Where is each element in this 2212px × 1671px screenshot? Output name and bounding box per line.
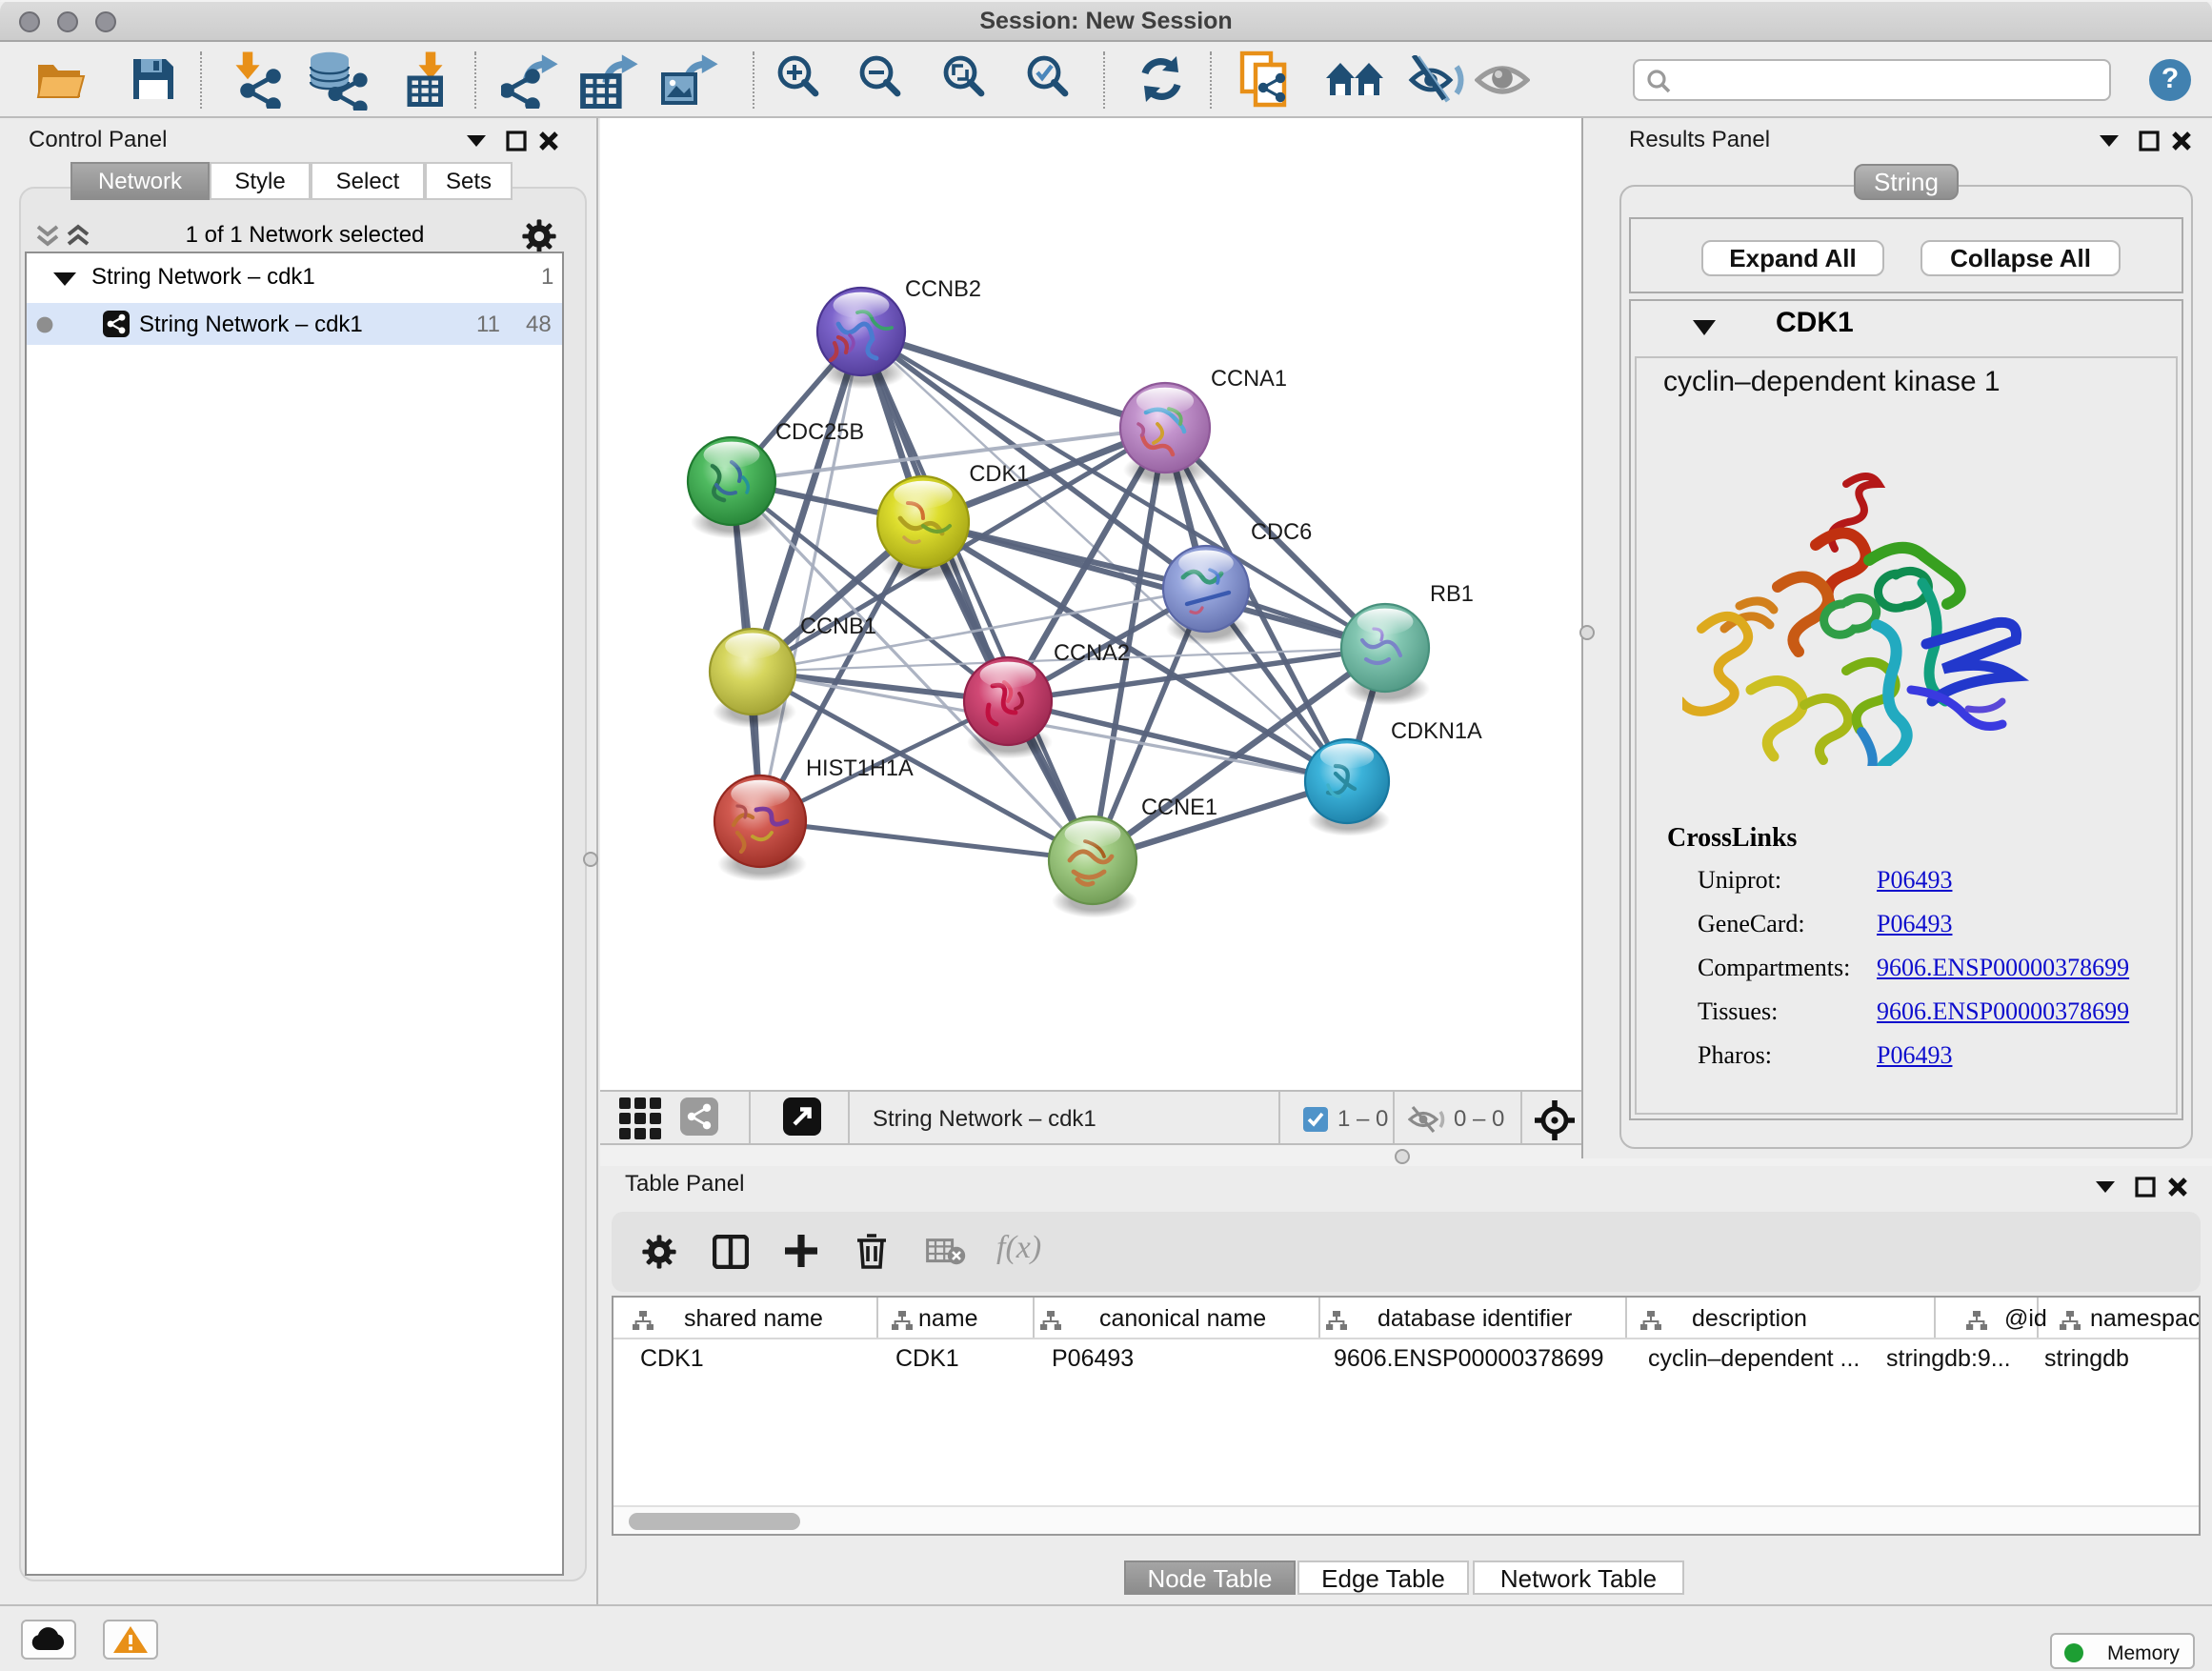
svg-text:CDK1: CDK1 [969, 462, 1029, 487]
svg-text:CCNE1: CCNE1 [1141, 795, 1217, 820]
svg-text:CDKN1A: CDKN1A [1391, 719, 1482, 744]
svg-text:CCNA1: CCNA1 [1211, 367, 1287, 392]
svg-text:CCNA2: CCNA2 [1054, 641, 1130, 666]
svg-text:CCNB2: CCNB2 [905, 277, 981, 302]
svg-text:CCNB1: CCNB1 [800, 614, 876, 639]
svg-text:HIST1H1A: HIST1H1A [806, 756, 914, 781]
svg-text:RB1: RB1 [1430, 582, 1474, 607]
svg-text:CDC25B: CDC25B [775, 420, 864, 445]
svg-text:CDC6: CDC6 [1251, 520, 1312, 545]
